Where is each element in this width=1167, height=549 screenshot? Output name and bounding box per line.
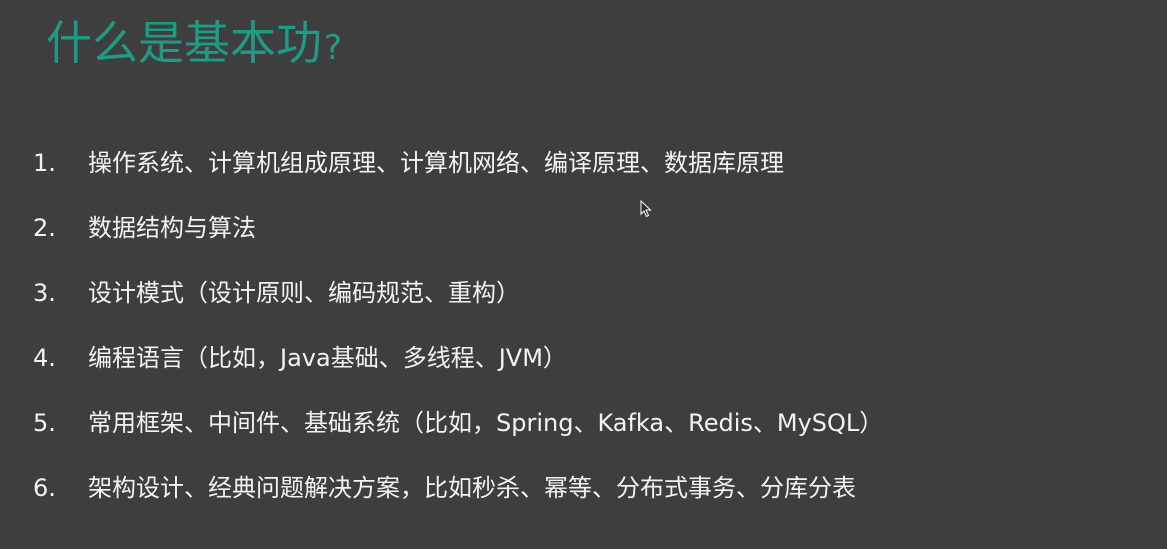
list-item-2: 2. 数据结构与算法 [33, 210, 256, 246]
list-item-number: 5. [33, 409, 56, 437]
list-item-4: 4. 编程语言（比如，Java基础、多线程、JVM） [33, 340, 567, 376]
list-item-number: 4. [33, 344, 56, 372]
list-item-number: 6. [33, 474, 56, 502]
list-item-1: 1. 操作系统、计算机组成原理、计算机网络、编译原理、数据库原理 [33, 145, 784, 181]
slide: 什么是基本功? 1. 操作系统、计算机组成原理、计算机网络、编译原理、数据库原理 … [0, 0, 1167, 549]
list-item-text: 数据结构与算法 [88, 214, 256, 242]
list-item-text: 操作系统、计算机组成原理、计算机网络、编译原理、数据库原理 [88, 149, 784, 177]
mouse-pointer-icon [640, 200, 652, 218]
slide-title-question-mark: ? [324, 28, 343, 68]
slide-title-text: 什么是基本功 [46, 16, 322, 70]
slide-title: 什么是基本功? [46, 8, 342, 78]
list-item-number: 2. [33, 214, 56, 242]
list-item-6: 6. 架构设计、经典问题解决方案，比如秒杀、幂等、分布式事务、分库分表 [33, 470, 856, 506]
list-item-text: 编程语言（比如，Java基础、多线程、JVM） [88, 344, 567, 372]
list-item-3: 3. 设计模式（设计原则、编码规范、重构） [33, 275, 520, 311]
list-item-text: 架构设计、经典问题解决方案，比如秒杀、幂等、分布式事务、分库分表 [88, 474, 856, 502]
list-item-number: 3. [33, 279, 56, 307]
list-item-number: 1. [33, 149, 56, 177]
list-item-text: 设计模式（设计原则、编码规范、重构） [88, 279, 520, 307]
list-item-5: 5. 常用框架、中间件、基础系统（比如，Spring、Kafka、Redis、My… [33, 405, 883, 441]
list-item-text: 常用框架、中间件、基础系统（比如，Spring、Kafka、Redis、MySQ… [88, 409, 884, 437]
